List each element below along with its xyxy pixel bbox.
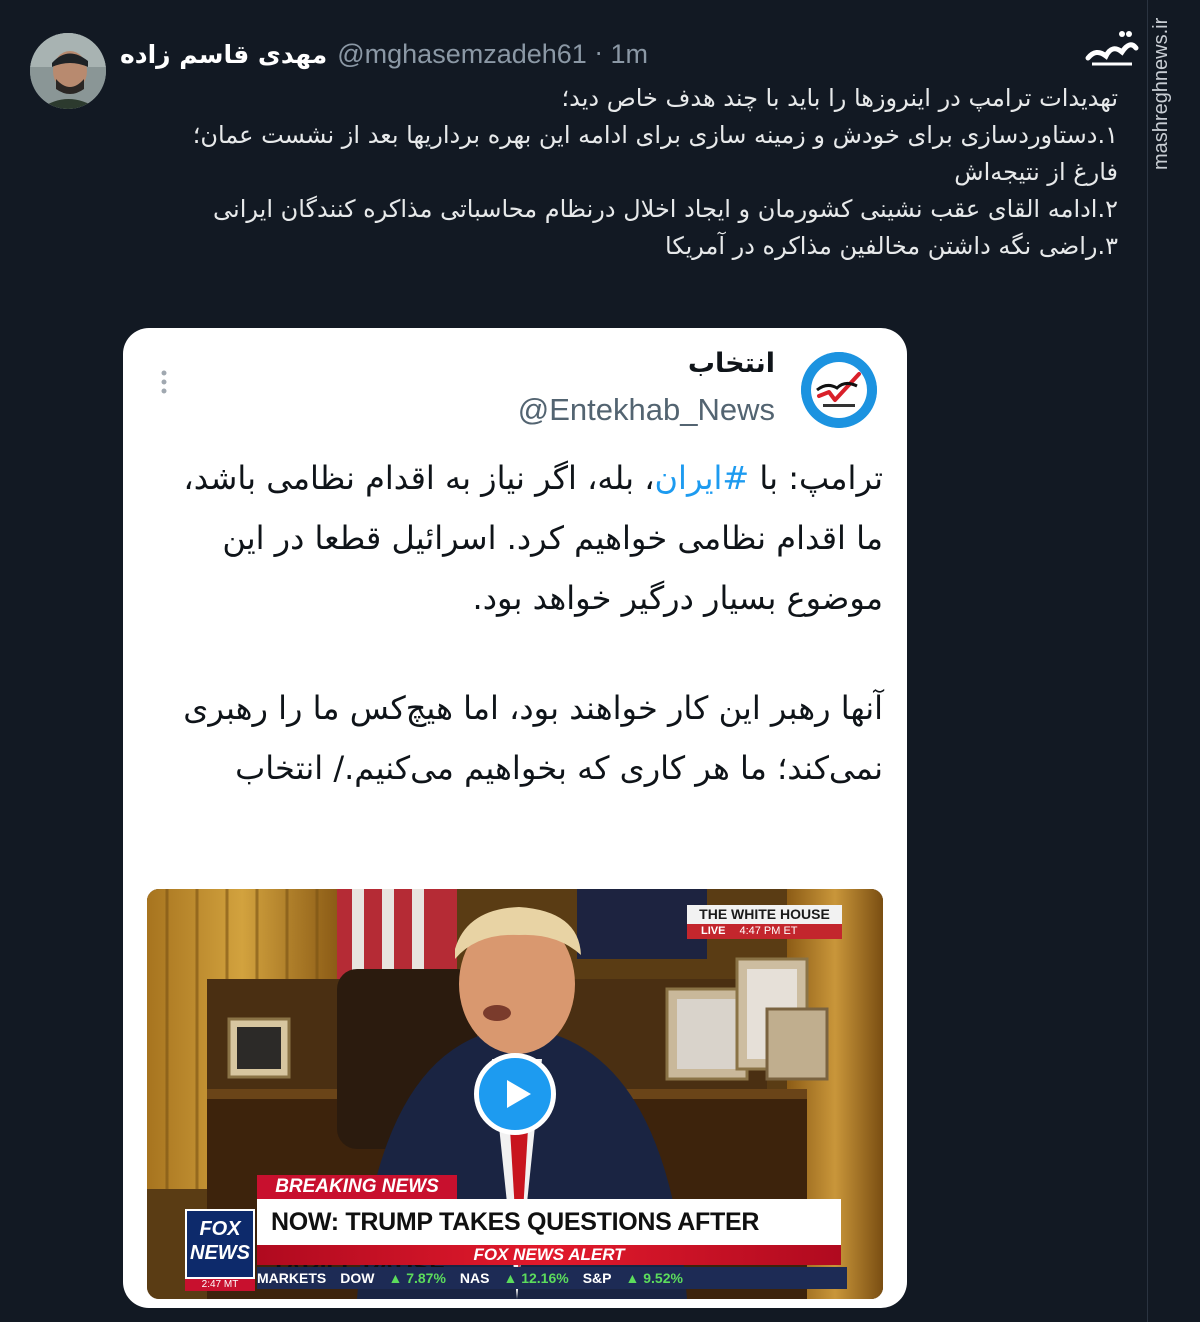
post-line: ۱.دستاوردسازی برای خودش و زمینه سازی برا… <box>192 121 1118 186</box>
quoted-post-text: ترامپ: با #ایران، بله، اگر نیاز به اقدام… <box>163 448 883 798</box>
fox-news-time: 2:47 MT <box>185 1279 255 1291</box>
play-icon <box>507 1080 531 1108</box>
ticker-nas-value: ▲ 12.16% <box>503 1270 569 1286</box>
post-time[interactable]: 1m <box>610 39 648 70</box>
white-house-badge: THE WHITE HOUSE LIVE 4:47 PM ET <box>687 905 842 941</box>
news-headline: NOW: TRUMP TAKES QUESTIONS AFTER TARIFF … <box>257 1199 841 1282</box>
author-name[interactable]: مهدی قاسم زاده <box>120 40 327 69</box>
right-divider <box>1147 0 1148 1322</box>
market-ticker: MARKETS DOW ▲ 7.87% NAS ▲ 12.16% S&P ▲ 9… <box>257 1267 847 1289</box>
ticker-dow-value: ▲ 7.87% <box>388 1270 446 1286</box>
ticker-markets: MARKETS <box>257 1270 327 1286</box>
post-line: ۳.راضی نگه داشتن مخالفین مذاکره در آمریک… <box>665 232 1118 260</box>
site-watermark: mashreghnews.ir <box>1150 18 1172 171</box>
white-house-title: THE WHITE HOUSE <box>687 905 842 924</box>
mashregh-logo <box>1085 31 1139 66</box>
ticker-sp: S&P <box>582 1270 612 1286</box>
ticker-sp-value: ▲ 9.52% <box>625 1270 683 1286</box>
post-line: ۲.ادامه القای عقب نشینی کشورمان و ایجاد … <box>213 195 1118 223</box>
news-lower-third: BREAKING NEWS NOW: TRUMP TAKES QUESTIONS… <box>147 1171 883 1299</box>
video-player[interactable]: THE WHITE HOUSE LIVE 4:47 PM ET BREAKING … <box>147 889 883 1299</box>
quoted-text-prefix: ترامپ: با <box>749 459 883 497</box>
separator-dot: · <box>594 40 603 68</box>
post-line: تهدیدات ترامپ در اینروزها را باید با چند… <box>561 84 1118 112</box>
quoted-post-card[interactable]: انتخاب @Entekhab_News ترامپ: با #ایران، … <box>123 328 907 1308</box>
more-options-icon[interactable] <box>159 368 169 398</box>
live-time: 4:47 PM ET <box>739 925 798 937</box>
quoted-author-handle[interactable]: @Entekhab_News <box>518 392 775 428</box>
news-alert-bar: FOX NEWS ALERT <box>257 1245 841 1265</box>
breaking-news-label: BREAKING NEWS <box>257 1175 457 1199</box>
quoted-paragraph-2: آنها رهبر این کار خواهند بود، اما هیچ‌کس… <box>183 689 883 787</box>
ticker-nas: NAS <box>459 1270 490 1286</box>
live-label: LIVE <box>701 925 726 937</box>
author-handle[interactable]: @mghasemzadeh61 <box>337 39 587 70</box>
post-text: تهدیدات ترامپ در اینروزها را باید با چند… <box>150 80 1118 265</box>
quoted-paragraph-1: ترامپ: با #ایران، بله، اگر نیاز به اقدام… <box>163 448 883 628</box>
author-avatar[interactable] <box>30 33 106 109</box>
post-header: مهدی قاسم زاده @mghasemzadeh61 · 1m <box>120 36 650 72</box>
quoted-author-avatar[interactable] <box>801 352 877 428</box>
live-indicator: LIVE 4:47 PM ET <box>687 924 842 939</box>
quoted-author-name[interactable]: انتخاب <box>688 348 775 379</box>
ticker-dow: DOW <box>340 1270 375 1286</box>
hashtag-link[interactable]: #ایران <box>655 459 750 497</box>
fox-news-logo: FOX NEWS <box>185 1209 255 1279</box>
play-button[interactable] <box>474 1053 556 1135</box>
